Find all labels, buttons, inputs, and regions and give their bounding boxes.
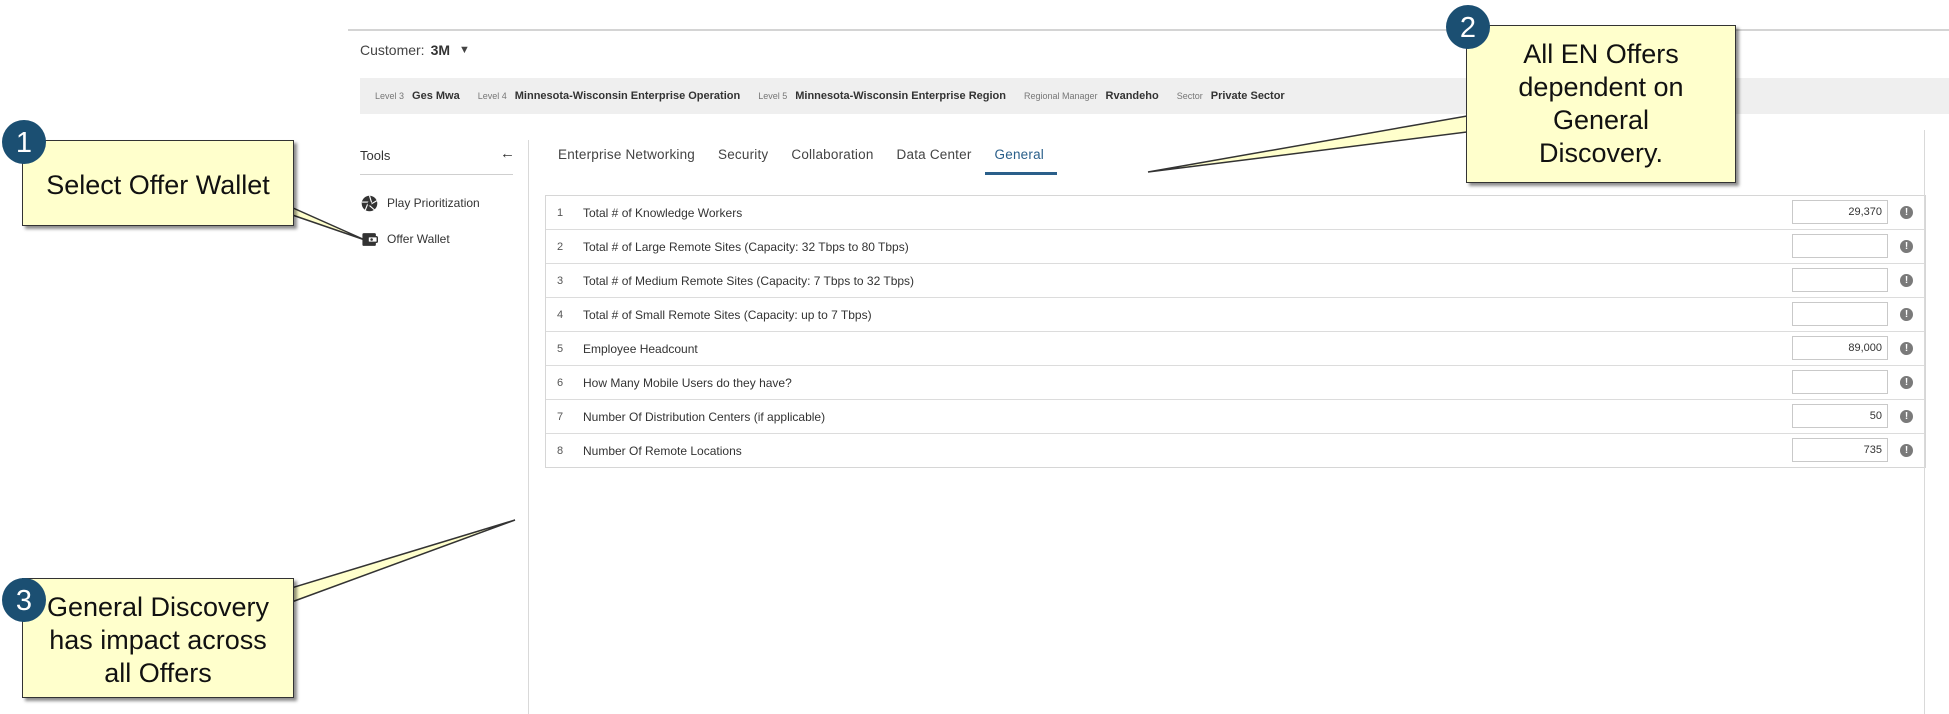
callout-3: General Discovery has impact across all … — [22, 578, 294, 698]
callout-3-line: all Offers — [104, 657, 212, 688]
callout-3-line: General Discovery — [46, 592, 270, 622]
callout-2-badge: 2 — [1446, 5, 1490, 49]
callout-2-line: Discovery. — [1538, 137, 1664, 168]
callout-3-pointer — [277, 519, 516, 609]
callout-2-line: dependent on — [1518, 71, 1684, 102]
callout-1: Select Offer Wallet — [22, 140, 294, 226]
callout-3-badge: 3 — [2, 578, 46, 622]
callout-2-pointer — [1147, 115, 1468, 173]
callout-1-text: Select Offer Wallet — [46, 170, 270, 200]
callout-3-line: has impact across — [49, 624, 267, 655]
callout-2-line: All EN Offers — [1523, 39, 1679, 69]
callout-2: All EN Offers dependent on General Disco… — [1466, 25, 1736, 183]
callout-1-badge: 1 — [2, 120, 46, 164]
callout-2-line: General — [1552, 104, 1650, 135]
